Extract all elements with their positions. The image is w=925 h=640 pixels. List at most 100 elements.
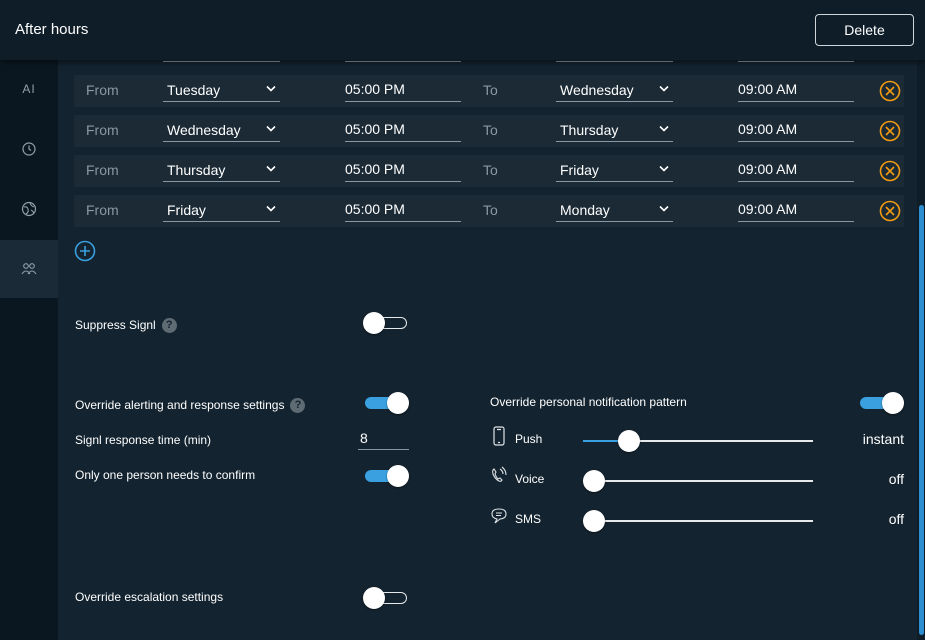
to-time-input[interactable]: 09:00 AM — [738, 120, 854, 142]
one-person-toggle[interactable] — [363, 465, 409, 487]
from-day-value: Tuesday — [167, 82, 221, 98]
schedule-row: From Tuesday 05:00 PM To Wednesday 09:00… — [74, 75, 904, 107]
to-time-value: 09:00 AM — [738, 161, 798, 177]
suppress-signl-setting: Suppress Signl? — [75, 318, 177, 334]
to-label: To — [483, 82, 498, 98]
push-value: instant — [862, 431, 904, 447]
sidebar-item-people[interactable] — [0, 240, 58, 298]
sidebar-item-ai[interactable]: AI — [0, 60, 58, 118]
sms-label: SMS — [515, 512, 542, 526]
suppress-signl-toggle[interactable] — [363, 312, 409, 334]
to-day-value: Monday — [560, 202, 610, 218]
from-time-value: 05:00 PM — [345, 161, 405, 177]
to-time-value: 09:00 AM — [738, 201, 798, 217]
to-day-select[interactable]: Wednesday — [556, 81, 673, 102]
to-day-select[interactable]: Friday — [556, 161, 673, 182]
people-icon — [21, 263, 37, 275]
from-time-value: 05:00 PM — [345, 201, 405, 217]
from-time-input[interactable]: 05:00 PM — [345, 200, 461, 222]
one-person-label: Only one person needs to confirm — [75, 468, 256, 482]
to-time-value: 09:00 AM — [738, 121, 798, 137]
from-day-select[interactable]: Thursday — [163, 161, 280, 182]
notification-pattern-label: Override personal notification pattern — [490, 395, 687, 409]
override-alerting-toggle[interactable] — [363, 392, 409, 414]
phone-icon — [493, 426, 505, 446]
help-icon[interactable]: ? — [161, 318, 177, 334]
chevron-down-icon — [266, 85, 276, 92]
from-time-value: 05:00 PM — [345, 81, 405, 97]
chevron-down-icon — [266, 165, 276, 172]
override-escalation-toggle[interactable] — [363, 587, 409, 609]
to-time-input[interactable]: 09:00 AM — [738, 200, 854, 222]
to-label: To — [483, 162, 498, 178]
override-escalation-label: Override escalation settings — [75, 590, 224, 604]
sms-icon — [491, 508, 507, 524]
from-day-select[interactable]: Wednesday — [163, 121, 280, 142]
from-time-input[interactable]: 05:00 PM — [345, 120, 461, 142]
schedule-row: From Thursday 05:00 PM To Friday 09:00 A… — [74, 155, 904, 187]
voice-slider[interactable] — [583, 470, 813, 492]
page-title: After hours — [15, 21, 89, 38]
from-label: From — [86, 122, 119, 138]
chevron-down-icon — [659, 125, 669, 132]
voice-icon — [492, 466, 507, 482]
to-day-select[interactable]: Monday — [556, 201, 673, 222]
push-slider[interactable] — [583, 430, 813, 452]
chevron-down-icon — [266, 205, 276, 212]
from-day-select[interactable]: Tuesday — [163, 81, 280, 102]
to-time-value: 09:00 AM — [738, 81, 798, 97]
from-time-value: 05:00 PM — [345, 121, 405, 137]
from-label: From — [86, 82, 119, 98]
add-row-icon[interactable] — [74, 240, 96, 262]
from-day-value: Friday — [167, 202, 206, 218]
to-label: To — [483, 122, 498, 138]
to-day-value: Friday — [560, 162, 599, 178]
override-alerting-label: Override alerting and response settings — [75, 398, 285, 412]
voice-label: Voice — [515, 472, 545, 486]
push-slider-thumb[interactable] — [618, 430, 641, 452]
ai-icon: AI — [22, 82, 36, 96]
from-time-input[interactable]: 05:00 PM — [345, 160, 461, 182]
voice-value: off — [888, 471, 904, 487]
remove-row-icon[interactable] — [879, 120, 901, 142]
to-label: To — [483, 202, 498, 218]
remove-row-icon[interactable] — [879, 80, 901, 102]
to-day-select[interactable]: Thursday — [556, 121, 673, 142]
chevron-down-icon — [659, 165, 669, 172]
clock-icon — [22, 142, 36, 156]
schedule-row: From Friday 05:00 PM To Monday 09:00 AM — [74, 195, 904, 227]
chevron-down-icon — [266, 125, 276, 132]
suppress-signl-label: Suppress Signl — [75, 318, 156, 332]
from-time-input[interactable]: 05:00 PM — [345, 80, 461, 102]
sms-slider[interactable] — [583, 510, 813, 532]
to-time-input[interactable]: 09:00 AM — [738, 80, 854, 102]
chevron-down-icon — [659, 85, 669, 92]
schedule-row: From Wednesday 05:00 PM To Thursday 09:0… — [74, 115, 904, 147]
response-time-label: Signl response time (min) — [75, 433, 212, 447]
voice-slider-thumb[interactable] — [583, 470, 605, 492]
from-day-value: Thursday — [167, 162, 226, 178]
remove-row-icon[interactable] — [879, 160, 901, 182]
delete-button[interactable]: Delete — [815, 14, 914, 46]
to-time-input[interactable]: 09:00 AM — [738, 160, 854, 182]
response-time-input[interactable]: 8 — [358, 429, 409, 450]
from-label: From — [86, 162, 119, 178]
notification-pattern-toggle[interactable] — [858, 392, 904, 414]
sms-value: off — [888, 511, 904, 527]
from-label: From — [86, 202, 119, 218]
globe-icon — [21, 201, 37, 217]
override-alerting-setting: Override alerting and response settings? — [75, 398, 306, 414]
sidebar-item-schedule[interactable] — [0, 120, 58, 178]
sidebar-item-globe[interactable] — [0, 180, 58, 238]
response-time-value: 8 — [360, 430, 368, 446]
scrollbar-thumb[interactable] — [919, 205, 924, 635]
help-icon[interactable]: ? — [290, 398, 306, 414]
from-day-select[interactable]: Friday — [163, 201, 280, 222]
remove-row-icon[interactable] — [879, 200, 901, 222]
to-day-value: Wednesday — [560, 82, 634, 98]
from-day-value: Wednesday — [167, 122, 241, 138]
push-label: Push — [515, 432, 543, 446]
app-header: After hours Delete — [0, 0, 925, 60]
chevron-down-icon — [659, 205, 669, 212]
sms-slider-thumb[interactable] — [583, 510, 605, 532]
